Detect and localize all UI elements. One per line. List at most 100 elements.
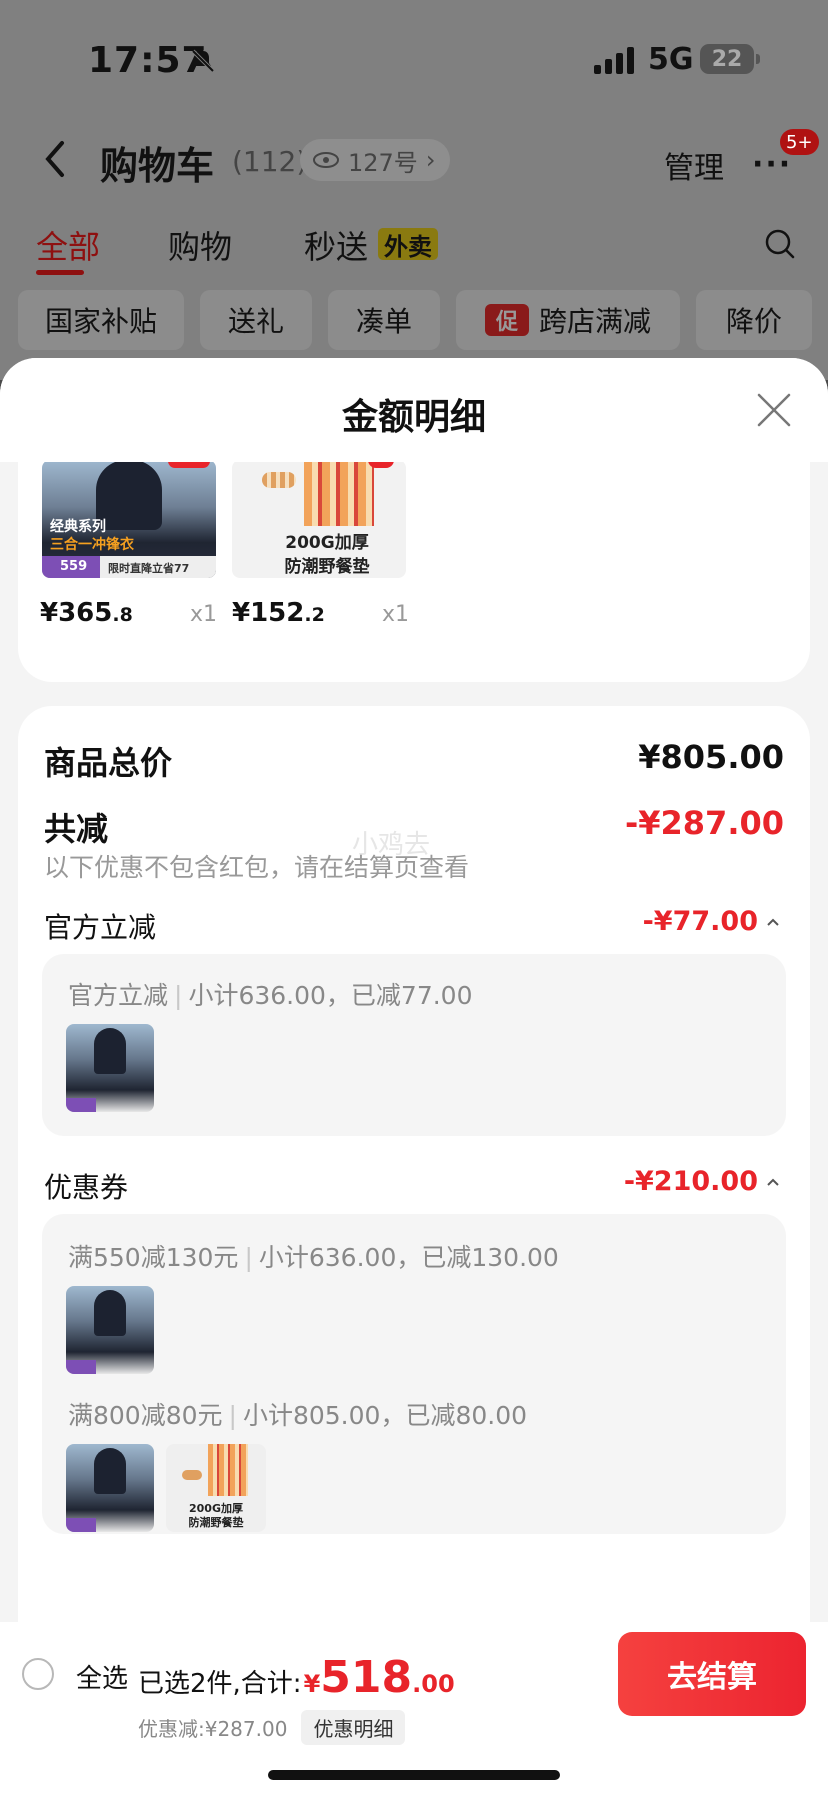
cart-tabs: 全部 购物 秒送 外卖 bbox=[0, 222, 828, 282]
selected-total: 已选2件,合计: ¥ 518 .00 bbox=[138, 1652, 455, 1703]
message-badge: 5+ bbox=[780, 129, 819, 155]
selected-count-text: 已选2件,合计: bbox=[138, 1669, 302, 1699]
home-indicator bbox=[268, 1770, 560, 1780]
mini-mat-subtitle: 防潮野餐垫 bbox=[188, 1516, 244, 1529]
official-line: 官方立减 | 小计636.00，已减77.00 bbox=[68, 981, 473, 1010]
promo-icon: 促 bbox=[484, 304, 529, 336]
thumb-price-tag: 559 bbox=[42, 556, 100, 578]
mute-bell-icon bbox=[191, 49, 215, 73]
item-price: ¥365.8 bbox=[40, 598, 133, 628]
coupon-panel: 满550减130元 | 小计636.00，已减130.00 满800减80元 | 小计8… bbox=[42, 1214, 786, 1534]
cart-page-background: 17:57 5G 22 购物车 (112) 127号 › 管理 ··· 5+ 全… bbox=[0, 0, 828, 380]
chip-label: 跨店满减 bbox=[538, 305, 651, 338]
coupon-line-1-detail: 小计636.00，已减130.00 bbox=[258, 1243, 559, 1272]
network-label: 5G bbox=[648, 42, 694, 77]
tab-instant[interactable]: 秒送 bbox=[304, 222, 368, 268]
mat-thumbnail[interactable]: 200G加厚 防潮野餐垫 bbox=[232, 462, 406, 578]
currency-symbol: ¥ bbox=[303, 1670, 321, 1698]
eye-icon bbox=[313, 152, 339, 168]
tab-underline bbox=[36, 270, 84, 275]
select-all-radio[interactable] bbox=[22, 1658, 54, 1690]
thumb-series-label: 经典系列 bbox=[50, 519, 106, 535]
signal-icon bbox=[594, 46, 634, 74]
page-title: 购物车 bbox=[100, 144, 215, 188]
price-decimal: .8 bbox=[112, 604, 133, 626]
checkout-bar: 全选 已选2件,合计: ¥ 518 .00 优惠减:¥287.00 优惠明细 去… bbox=[0, 1622, 828, 1796]
coupon-value: -¥210.00 bbox=[623, 1166, 758, 1197]
chip-national-subsidy[interactable]: 国家补贴 bbox=[18, 290, 184, 350]
amount-detail-sheet: 金额明细 经典系列 三合一冲锋衣 559 限时直降立省77 ¥365.8 x1 … bbox=[0, 358, 828, 1796]
item-quantity: x1 bbox=[190, 602, 218, 627]
sheet-header: 金额明细 bbox=[0, 358, 828, 462]
official-line-name: 官方立减 bbox=[68, 981, 169, 1010]
coupon-line-1-name: 满550减130元 bbox=[68, 1243, 239, 1272]
chip-bundle[interactable]: 凑单 bbox=[328, 290, 440, 350]
thumb-banner: 限时直降立省77 bbox=[108, 562, 190, 575]
thumb-mat-subtitle: 防潮野餐垫 bbox=[284, 557, 370, 577]
coupon-line-1: 满550减130元 | 小计636.00，已减130.00 bbox=[68, 1243, 559, 1272]
sheet-title: 金额明细 bbox=[341, 397, 486, 438]
rolled-mat bbox=[262, 472, 296, 488]
chip-label: 国家补贴 bbox=[44, 305, 157, 338]
manage-button[interactable]: 管理 bbox=[664, 143, 724, 187]
mat-pattern bbox=[304, 462, 374, 526]
official-line-detail: 小计636.00，已减77.00 bbox=[188, 981, 473, 1010]
total-reduce-label: 共减 bbox=[44, 810, 109, 848]
price-integer: ¥365 bbox=[40, 598, 113, 628]
coupon-line-2: 满800减80元 | 小计805.00，已减80.00 bbox=[68, 1401, 528, 1430]
total-reduce-value: -¥287.00 bbox=[624, 804, 784, 842]
tab-all[interactable]: 全部 bbox=[36, 222, 100, 268]
price-decimal: .2 bbox=[304, 604, 325, 626]
jacket-mini-thumbnail[interactable] bbox=[66, 1024, 154, 1112]
total-amount-integer: 518 bbox=[320, 1652, 413, 1703]
coupon-toggle[interactable]: -¥210.00 bbox=[624, 1166, 780, 1197]
items-card: 经典系列 三合一冲锋衣 559 限时直降立省77 ¥365.8 x1 200G加… bbox=[18, 462, 810, 682]
coupon-label: 优惠券 bbox=[44, 1171, 129, 1204]
official-reduction-value: -¥77.00 bbox=[642, 906, 758, 937]
price-integer: ¥152 bbox=[232, 598, 305, 628]
coupon-line-2-detail: 小计805.00，已减80.00 bbox=[242, 1401, 528, 1430]
discount-summary: 优惠减:¥287.00 优惠明细 bbox=[138, 1710, 406, 1745]
chip-label: 送礼 bbox=[227, 305, 284, 338]
cart-count: (112) bbox=[232, 145, 308, 178]
chip-label: 凑单 bbox=[355, 305, 412, 338]
coupon-line-2-name: 满800减80元 bbox=[68, 1401, 223, 1430]
thumb-mat-title: 200G加厚 bbox=[285, 533, 369, 553]
discount-detail-button[interactable]: 优惠明细 bbox=[301, 1710, 406, 1745]
chip-gift[interactable]: 送礼 bbox=[200, 290, 312, 350]
tab-shopping[interactable]: 购物 bbox=[168, 222, 232, 268]
search-icon[interactable] bbox=[764, 228, 796, 260]
filter-chips: 国家补贴 送礼 凑单 促 跨店满减 降价 bbox=[0, 290, 828, 350]
jacket-mini-thumbnail[interactable] bbox=[66, 1444, 154, 1532]
thumb-subtitle: 三合一冲锋衣 bbox=[50, 537, 134, 553]
jacket-thumbnail[interactable]: 经典系列 三合一冲锋衣 559 限时直降立省77 bbox=[42, 462, 216, 578]
discount-amount: 优惠减:¥287.00 bbox=[138, 1717, 288, 1741]
total-amount-decimal: .00 bbox=[412, 1670, 455, 1698]
battery-level: 22 bbox=[711, 46, 743, 72]
item-price: ¥152.2 bbox=[232, 598, 325, 628]
chip-price-drop[interactable]: 降价 bbox=[696, 290, 812, 350]
select-all-label[interactable]: 全选 bbox=[76, 1658, 128, 1695]
official-reduction-label: 官方立减 bbox=[44, 911, 157, 944]
total-price-label: 商品总价 bbox=[44, 744, 173, 782]
viewer-label: 127号 bbox=[348, 148, 418, 177]
battery-icon: 22 bbox=[700, 44, 760, 74]
back-arrow-icon[interactable] bbox=[40, 137, 70, 181]
close-icon[interactable] bbox=[756, 392, 792, 428]
chevron-up-icon bbox=[767, 918, 779, 926]
cart-header: 购物车 (112) 127号 › 管理 ··· 5+ bbox=[0, 125, 828, 195]
jacket-mini-thumbnail[interactable] bbox=[66, 1286, 154, 1374]
checkout-button[interactable]: 去结算 bbox=[618, 1632, 806, 1716]
chevron-up-icon bbox=[767, 1178, 779, 1186]
item-quantity: x1 bbox=[382, 602, 410, 627]
chevron-right-icon: › bbox=[425, 146, 436, 174]
official-reduction-toggle[interactable]: -¥77.00 bbox=[643, 906, 780, 937]
chip-cross-store[interactable]: 促 跨店满减 bbox=[456, 290, 680, 350]
status-bar: 17:57 5G 22 bbox=[0, 0, 828, 110]
discount-note: 以下优惠不包含红包，请在结算页查看 bbox=[44, 853, 470, 882]
viewer-pill[interactable]: 127号 › bbox=[300, 139, 450, 181]
mat-mini-thumbnail[interactable]: 200G加厚 防潮野餐垫 bbox=[166, 1444, 266, 1532]
official-reduction-panel: 官方立减 | 小计636.00，已减77.00 bbox=[42, 954, 786, 1136]
total-price-value: ¥805.00 bbox=[638, 738, 784, 776]
checkout-label: 去结算 bbox=[667, 1660, 757, 1695]
